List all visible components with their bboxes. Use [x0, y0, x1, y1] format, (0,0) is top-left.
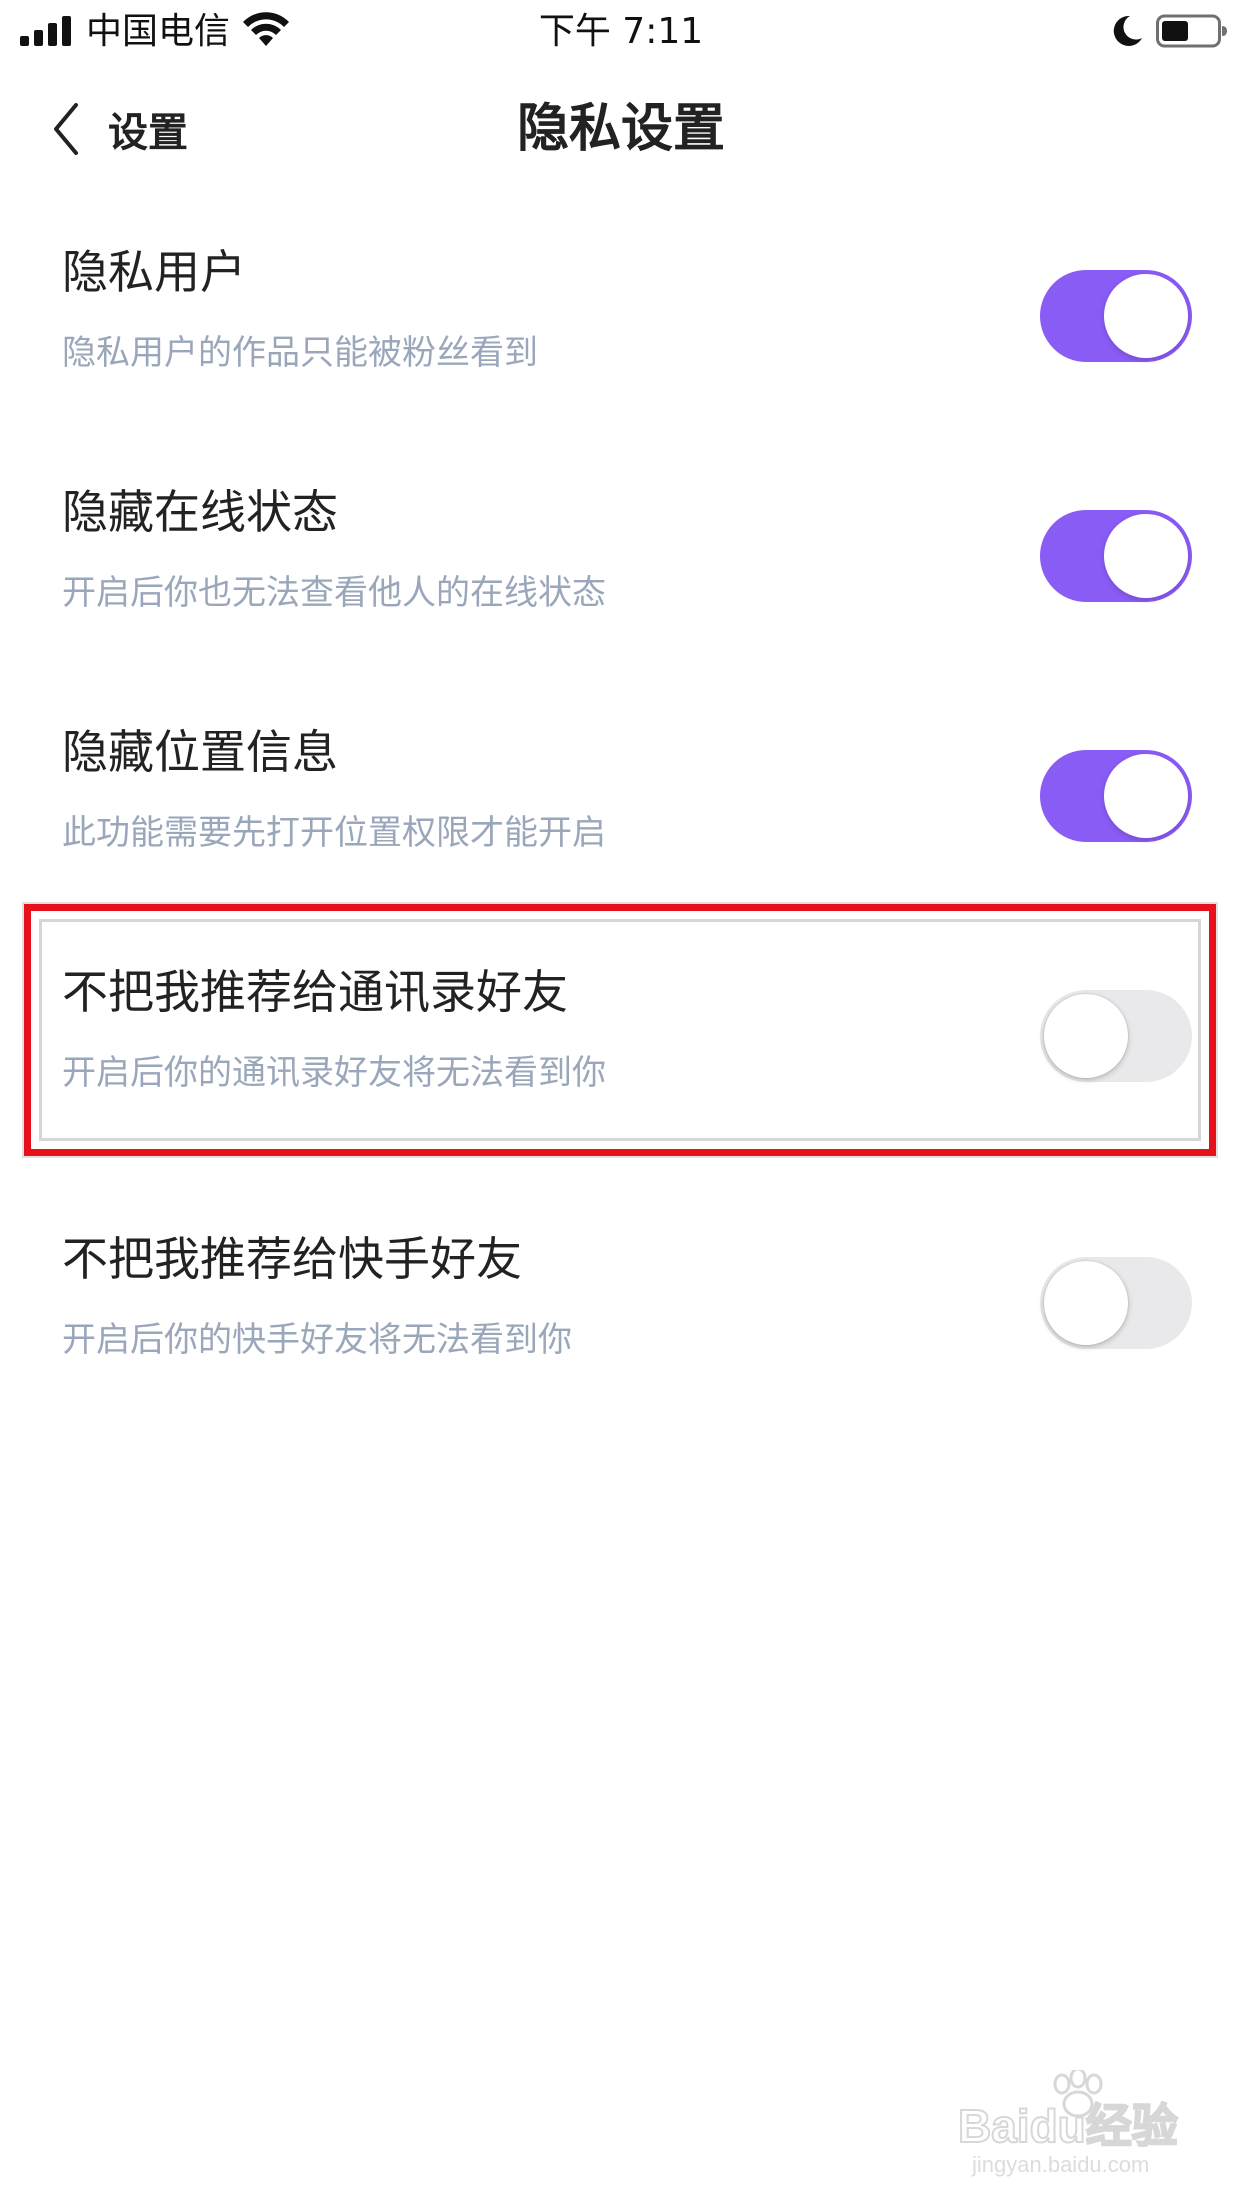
watermark-brand: Baidu经验: [958, 2100, 1178, 2152]
setting-description: 开启后你的快手好友将无法看到你: [62, 1320, 572, 1360]
setting-title: 不把我推荐给快手好友: [62, 1232, 522, 1286]
setting-description: 开启后你也无法查看他人的在线状态: [62, 573, 606, 613]
setting-description: 此功能需要先打开位置权限才能开启: [62, 813, 606, 853]
battery-icon: [1156, 14, 1227, 48]
setting-row-no-kuaishou-recommend: 不把我推荐给快手好友 开启后你的快手好友将无法看到你: [0, 1207, 1242, 1447]
hide-online-status-toggle[interactable]: [1040, 510, 1192, 602]
setting-row-no-contacts-recommend: 不把我推荐给通讯录好友 开启后你的通讯录好友将无法看到你: [0, 940, 1242, 1180]
setting-row-hide-online-status: 隐藏在线状态 开启后你也无法查看他人的在线状态: [0, 460, 1242, 700]
setting-description: 隐私用户的作品只能被粉丝看到: [62, 333, 538, 373]
setting-row-hide-location: 隐藏位置信息 此功能需要先打开位置权限才能开启: [0, 700, 1242, 940]
page-title: 隐私设置: [516, 99, 725, 159]
baidu-jingyan-watermark: Baidu经验 jingyan.baidu.com: [957, 2070, 1179, 2177]
hide-location-toggle[interactable]: [1040, 750, 1192, 842]
toggle-knob: [1104, 754, 1188, 838]
private-user-toggle[interactable]: [1040, 270, 1192, 362]
setting-title: 隐藏位置信息: [62, 725, 338, 779]
privacy-settings-screen: 中国电信 下午 7:11 设置 隐私设置 隐私用户 隐私用户的作品只能被粉丝看到: [0, 0, 1242, 2208]
toggle-knob: [1104, 514, 1188, 598]
status-bar: 中国电信 下午 7:11: [0, 0, 1242, 64]
setting-description: 开启后你的通讯录好友将无法看到你: [62, 1053, 606, 1093]
toggle-knob: [1104, 274, 1188, 358]
setting-title: 隐藏在线状态: [62, 485, 338, 539]
toggle-knob: [1044, 994, 1128, 1078]
no-kuaishou-recommend-toggle[interactable]: [1040, 1257, 1192, 1349]
watermark-url: jingyan.baidu.com: [971, 2152, 1149, 2177]
navigation-bar: 设置 隐私设置: [0, 64, 1242, 194]
setting-title: 隐私用户: [62, 245, 246, 299]
status-time: 下午 7:11: [538, 11, 704, 52]
no-contacts-recommend-toggle[interactable]: [1040, 990, 1192, 1082]
toggle-knob: [1044, 1261, 1128, 1345]
setting-title: 不把我推荐给通讯录好友: [62, 965, 568, 1019]
setting-row-private-user: 隐私用户 隐私用户的作品只能被粉丝看到: [0, 220, 1242, 460]
do-not-disturb-moon-icon: [1113, 15, 1142, 46]
